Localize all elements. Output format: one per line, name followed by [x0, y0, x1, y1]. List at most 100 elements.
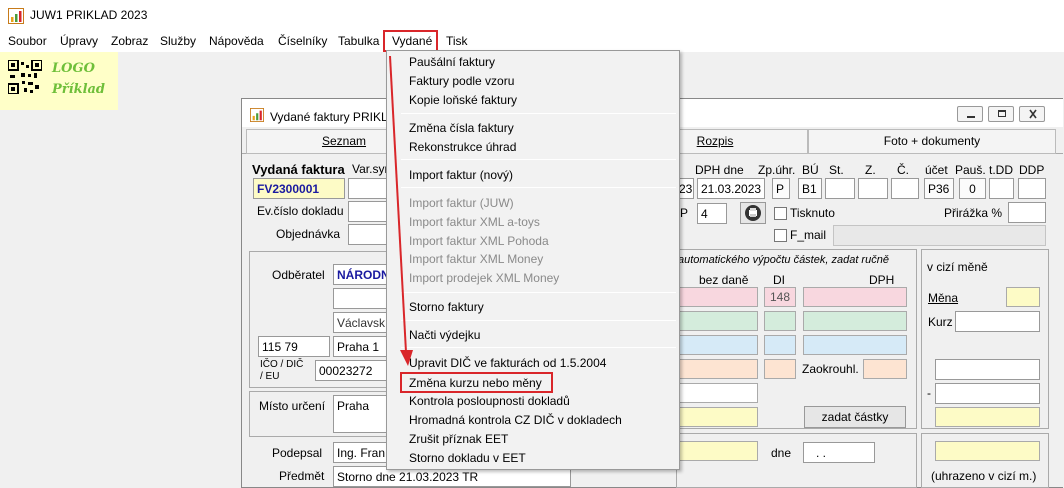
menu-separator — [401, 187, 676, 188]
objednavka-label: Objednávka — [276, 227, 341, 241]
st-field[interactable] — [825, 178, 855, 199]
uhrazeno-label: (uhrazeno v cizí m.) — [931, 469, 1037, 483]
amount-blue-bez-dane[interactable] — [678, 335, 758, 355]
foreign-amount-2[interactable] — [935, 383, 1040, 404]
menu-vydane-highlight — [383, 30, 438, 52]
payment-yellow-field[interactable] — [678, 441, 758, 461]
tab-foto-dokumenty[interactable]: Foto + dokumenty — [808, 129, 1056, 154]
c-field[interactable] — [891, 178, 919, 199]
address-line1-field[interactable] — [333, 288, 393, 309]
tdd-field[interactable] — [989, 178, 1014, 199]
di-blue-field[interactable] — [764, 335, 796, 355]
col-ucet: účet — [925, 163, 948, 177]
menu-item-import-faktur-juw: Import faktur (JUW) — [409, 196, 514, 210]
foreign-amount-1[interactable] — [935, 359, 1040, 380]
amount-green-bez-dane[interactable] — [678, 311, 758, 331]
kurz-field[interactable] — [955, 311, 1040, 332]
menu-item-kontrola-posloupnosti[interactable]: Kontrola posloupnosti dokladů — [409, 394, 570, 408]
z-field[interactable] — [858, 178, 888, 199]
restore-button[interactable] — [988, 106, 1014, 122]
menu-item-zmena-cisla-faktury[interactable]: Změna čísla faktury — [409, 121, 514, 135]
foreign-total-field[interactable] — [935, 407, 1040, 427]
dne-field[interactable]: . . — [803, 442, 875, 463]
amount-pink-bez-dane[interactable] — [678, 287, 758, 307]
objednavka-field[interactable] — [348, 224, 388, 245]
menu-item-hromadna-kontrola-dic[interactable]: Hromadná kontrola CZ DIČ v dokladech — [409, 413, 622, 427]
amount-green-dph[interactable] — [803, 311, 907, 331]
amount-peach-bez-dane[interactable] — [678, 359, 758, 379]
menu-separator — [401, 347, 676, 348]
ddp-field[interactable] — [1018, 178, 1046, 199]
col-bu: BÚ — [802, 163, 819, 177]
menu-tisk[interactable]: Tisk — [446, 34, 468, 48]
menu-item-pausalni-faktury[interactable]: Paušální faktury — [409, 55, 495, 69]
menu-item-zrusit-priznak-eet[interactable]: Zrušit příznak EET — [409, 432, 508, 446]
menu-napoveda[interactable]: Nápověda — [209, 34, 264, 48]
col-tdd: t.DD — [989, 163, 1013, 177]
kurz-label: Kurz — [928, 315, 953, 329]
tab-rozpis-label: Rozpis — [696, 134, 734, 148]
odberatel-field[interactable]: NÁRODN — [333, 264, 393, 285]
logo-text-line2: Příklad — [52, 82, 106, 97]
qr-code-icon — [8, 60, 42, 94]
total-yellow-field[interactable] — [678, 407, 758, 427]
menu-item-upravit-dic[interactable]: Upravit DIČ ve fakturách od 1.5.2004 — [409, 356, 606, 370]
ucet-field[interactable]: P36 — [924, 178, 954, 199]
date-field-partial[interactable]: 23 — [678, 178, 694, 199]
menu-item-faktury-podle-vzoru[interactable]: Faktury podle vzoru — [409, 74, 514, 88]
foreign-payment-field[interactable] — [935, 441, 1040, 461]
mena-field[interactable] — [1006, 287, 1040, 307]
close-button[interactable] — [1019, 106, 1045, 122]
misto-field[interactable]: Praha — [333, 395, 393, 433]
menu-item-storno-faktury[interactable]: Storno faktury — [409, 300, 484, 314]
menu-sluzby[interactable]: Služby — [160, 34, 196, 48]
zip-field[interactable]: 115 79 — [258, 336, 330, 357]
menu-item-nacti-vydejku[interactable]: Načti výdejku — [409, 328, 480, 342]
menu-upravy[interactable]: Úpravy — [60, 34, 98, 48]
total-bez-dane-field[interactable] — [678, 383, 758, 403]
col-c: Č. — [897, 163, 909, 177]
menu-item-storno-dokladu-eet[interactable]: Storno dokladu v EET — [409, 451, 526, 465]
menu-zobraz[interactable]: Zobraz — [111, 34, 148, 48]
zaokrouhl-field[interactable] — [863, 359, 907, 379]
invoice-number-field[interactable]: FV2300001 — [253, 178, 345, 199]
menu-tabulka[interactable]: Tabulka — [338, 34, 379, 48]
menu-ciselniky[interactable]: Číselníky — [278, 34, 327, 48]
mena-label: Měna — [928, 291, 959, 305]
minimize-icon — [967, 116, 975, 118]
zaokrouhl-label: Zaokrouhl. — [802, 362, 859, 376]
amount-blue-dph[interactable] — [803, 335, 907, 355]
tisknuto-checkbox[interactable] — [774, 207, 787, 220]
col-ddp: DDP — [1019, 163, 1045, 177]
menu-item-rekonstrukce-uhrad[interactable]: Rekonstrukce úhrad — [409, 140, 516, 154]
city-field[interactable]: Praha 1 — [333, 336, 393, 357]
menu-item-kopie-lonske-faktury[interactable]: Kopie loňské faktury — [409, 93, 517, 107]
menu-item-import-prodejek-money: Import prodejek XML Money — [409, 271, 560, 285]
col-dph-dne: DPH dne — [695, 163, 744, 177]
menu-item-import-faktur-novy[interactable]: Import faktur (nový) — [409, 168, 513, 182]
fmail-checkbox[interactable] — [774, 229, 787, 242]
zadat-castky-button[interactable]: zadat částky — [804, 406, 906, 428]
paus-field[interactable]: 0 — [959, 178, 986, 199]
menu-separator — [401, 320, 676, 321]
print-button[interactable] — [740, 202, 766, 224]
amount-pink-dph[interactable] — [803, 287, 907, 307]
di-green-field[interactable] — [764, 311, 796, 331]
misto-label: Místo určení — [259, 399, 326, 413]
ev-cislo-field[interactable] — [348, 201, 388, 222]
menu-soubor[interactable]: Soubor — [8, 34, 47, 48]
menu-item-import-xml-atoys: Import faktur XML a-toys — [409, 215, 540, 229]
di-pink-field[interactable]: 148 — [764, 287, 796, 307]
prirazka-field[interactable] — [1008, 202, 1046, 223]
street-field[interactable]: Václavsk — [333, 312, 393, 333]
menu-separator — [401, 113, 676, 114]
var-sym-field[interactable] — [348, 178, 388, 199]
ico-field[interactable]: 00023272 — [315, 360, 393, 381]
dph-dne-field[interactable]: 21.03.2023 — [697, 178, 765, 199]
dph-label: DPH — [869, 273, 895, 287]
bu-field[interactable]: B1 — [798, 178, 822, 199]
minimize-button[interactable] — [957, 106, 983, 122]
di-peach-field[interactable] — [764, 359, 796, 379]
zp-uhr-field[interactable]: P — [772, 178, 790, 199]
pp-field[interactable]: 4 — [697, 203, 727, 224]
